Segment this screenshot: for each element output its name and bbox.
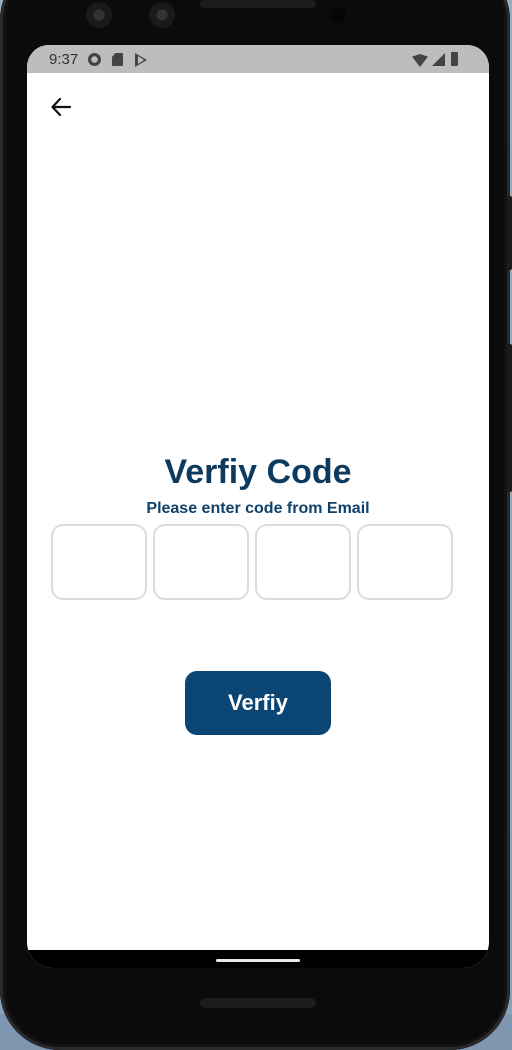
battery-icon [450,52,459,67]
front-camera-icon [86,2,112,28]
sd-card-icon [110,52,125,67]
verify-button[interactable]: Verfiy [185,671,331,735]
bottom-speaker [200,998,316,1008]
code-input-row [51,524,465,604]
volume-button [506,196,512,270]
code-digit-2-input[interactable] [153,524,249,600]
page-title: Verfiy Code [164,453,352,491]
signal-icon [431,52,446,67]
code-digit-4-input[interactable] [357,524,453,600]
back-button[interactable] [47,93,75,121]
proximity-sensor [330,7,346,23]
page-subtitle: Please enter code from Email [146,500,370,517]
arrow-left-icon [51,97,72,117]
gear-icon [87,52,102,67]
code-digit-3-input[interactable] [255,524,351,600]
status-time: 9:37 [49,51,79,68]
code-digit-1-input[interactable] [51,524,147,600]
power-button [506,344,512,492]
home-indicator[interactable] [216,959,300,962]
app-screen: 9:37 Verfiy Code Please enter code from … [27,45,489,968]
status-left-icons [87,52,148,67]
status-bar: 9:37 [27,45,489,73]
play-store-icon [133,52,148,67]
wifi-icon [412,52,427,67]
front-camera-icon [149,2,175,28]
status-right-icons [412,52,459,67]
earpiece [200,0,316,8]
